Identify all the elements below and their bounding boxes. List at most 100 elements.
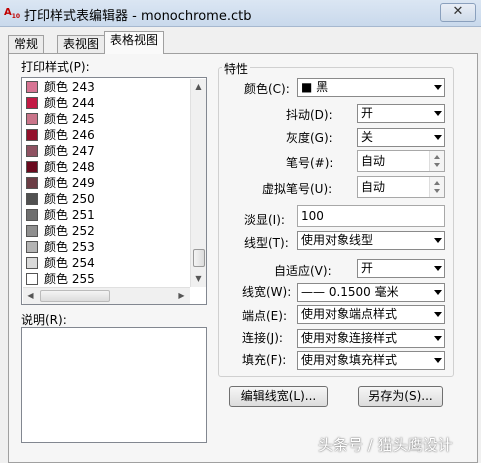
adaptive-select[interactable]: 开	[357, 259, 445, 278]
scroll-down-icon[interactable]: ▼	[191, 271, 206, 286]
list-item[interactable]: 颜色 246	[24, 127, 192, 143]
description-textarea[interactable]	[21, 327, 207, 443]
edit-lineweights-button[interactable]: 编辑线宽(L)...	[229, 386, 328, 407]
horizontal-scroll-thumb[interactable]	[40, 290, 110, 302]
color-swatch	[26, 129, 38, 141]
list-item[interactable]: 颜色 250	[24, 191, 192, 207]
chevron-down-icon	[434, 266, 442, 271]
chevron-down-icon	[434, 336, 442, 341]
adaptive-value: 开	[361, 261, 374, 275]
list-item-label: 颜色 249	[44, 176, 95, 190]
chevron-down-icon	[434, 135, 442, 140]
color-value: ■ 黑	[301, 80, 329, 94]
color-swatch	[26, 257, 38, 269]
color-swatch	[26, 177, 38, 189]
list-item[interactable]: 颜色 248	[24, 159, 192, 175]
line-join-value: 使用对象连接样式	[301, 331, 398, 345]
list-item[interactable]: 颜色 253	[24, 239, 192, 255]
list-item[interactable]: 颜色 247	[24, 143, 192, 159]
color-label: 颜色(C):	[244, 82, 290, 96]
scroll-up-icon[interactable]: ▲	[191, 79, 206, 94]
list-item[interactable]: 颜色 255	[24, 271, 192, 287]
line-join-select[interactable]: 使用对象连接样式	[297, 329, 445, 348]
linetype-value: 使用对象线型	[301, 233, 374, 247]
autocad-app-icon: A10	[4, 7, 21, 20]
color-swatch	[26, 273, 38, 285]
list-item-label: 颜色 245	[44, 112, 95, 126]
list-item-label: 颜色 252	[44, 224, 95, 238]
line-join-label: 连接(J):	[242, 331, 283, 345]
color-swatch	[26, 97, 38, 109]
spinner-arrows-icon[interactable]	[429, 177, 444, 197]
dither-value: 开	[361, 106, 374, 120]
line-end-value: 使用对象端点样式	[301, 307, 398, 321]
linetype-select[interactable]: 使用对象线型	[297, 231, 445, 250]
linetype-label: 线型(T):	[244, 236, 289, 250]
virtual-pen-value: 自动	[361, 180, 386, 194]
lineweight-label: 线宽(W):	[242, 285, 292, 299]
plot-styles-label: 打印样式(P):	[21, 60, 90, 74]
properties-title: 特性	[222, 60, 251, 77]
virtual-pen-spinner[interactable]: 自动	[357, 176, 445, 198]
pen-number-spinner[interactable]: 自动	[357, 150, 445, 172]
watermark-text: 头条号 / 猫头鹰设计	[318, 436, 453, 454]
color-swatch	[26, 225, 38, 237]
list-vertical-scrollbar[interactable]: ▲ ▼	[190, 79, 206, 287]
list-item[interactable]: 颜色 244	[24, 95, 192, 111]
lineweight-value: —— 0.1500 毫米	[301, 285, 399, 299]
color-swatch	[26, 81, 38, 93]
fill-value: 使用对象填充样式	[301, 353, 398, 367]
list-item[interactable]: 颜色 254	[24, 255, 192, 271]
line-end-select[interactable]: 使用对象端点样式	[297, 305, 445, 324]
tab-general[interactable]: 常规	[8, 35, 45, 54]
list-item-label: 颜色 248	[44, 160, 95, 174]
grayscale-label: 灰度(G):	[286, 131, 333, 145]
screening-input[interactable]: 100	[297, 205, 445, 227]
chevron-down-icon	[434, 238, 442, 243]
chevron-down-icon	[434, 312, 442, 317]
list-item-label: 颜色 247	[44, 144, 95, 158]
list-item-label: 颜色 253	[44, 240, 95, 254]
list-item-label: 颜色 254	[44, 256, 95, 270]
grayscale-select[interactable]: 关	[357, 128, 445, 147]
color-swatch	[26, 145, 38, 157]
color-select[interactable]: ■ 黑	[297, 78, 445, 97]
plot-styles-list[interactable]: 颜色 255 颜色 254 颜色 253 颜色 252 颜色 251 颜色 250 颜色 2…	[21, 77, 207, 305]
description-label: 说明(R):	[21, 313, 67, 327]
fill-select[interactable]: 使用对象填充样式	[297, 351, 445, 370]
list-item[interactable]: 颜色 249	[24, 175, 192, 191]
color-swatch	[26, 161, 38, 173]
list-horizontal-scrollbar[interactable]: ◀ ▶	[23, 287, 190, 304]
list-item-label: 颜色 243	[44, 80, 95, 94]
list-item-label: 颜色 251	[44, 208, 95, 222]
list-item[interactable]: 颜色 243	[24, 79, 192, 95]
scroll-thumb[interactable]	[193, 249, 205, 267]
scroll-right-icon[interactable]: ▶	[174, 288, 189, 303]
color-swatch	[26, 209, 38, 221]
spinner-arrows-icon[interactable]	[429, 151, 444, 171]
dither-select[interactable]: 开	[357, 104, 445, 123]
title-bar: A10 打印样式表编辑器 - monochrome.ctb ✕	[0, 0, 481, 27]
list-item-label: 颜色 255	[44, 272, 95, 286]
window-title: 打印样式表编辑器 - monochrome.ctb	[24, 9, 252, 24]
chevron-down-icon	[434, 111, 442, 116]
pen-number-label: 笔号(#):	[286, 156, 334, 170]
list-item-label: 颜色 250	[44, 192, 95, 206]
tab-form-view[interactable]: 表格视图	[104, 31, 165, 54]
line-end-label: 端点(E):	[242, 309, 287, 323]
tab-table-view[interactable]: 表视图	[57, 35, 106, 54]
list-item-label: 颜色 244	[44, 96, 95, 110]
chevron-down-icon	[434, 290, 442, 295]
virtual-pen-label: 虚拟笔号(U):	[262, 182, 333, 196]
color-swatch	[26, 241, 38, 253]
adaptive-label: 自适应(V):	[274, 264, 332, 278]
list-item[interactable]: 颜色 251	[24, 207, 192, 223]
scroll-left-icon[interactable]: ◀	[23, 288, 38, 303]
save-as-button[interactable]: 另存为(S)...	[358, 386, 443, 407]
dither-label: 抖动(D):	[286, 108, 333, 122]
lineweight-select[interactable]: —— 0.1500 毫米	[297, 283, 445, 302]
list-item[interactable]: 颜色 252	[24, 223, 192, 239]
fill-label: 填充(F):	[242, 353, 287, 367]
list-item[interactable]: 颜色 245	[24, 111, 192, 127]
close-button[interactable]: ✕	[440, 3, 476, 22]
